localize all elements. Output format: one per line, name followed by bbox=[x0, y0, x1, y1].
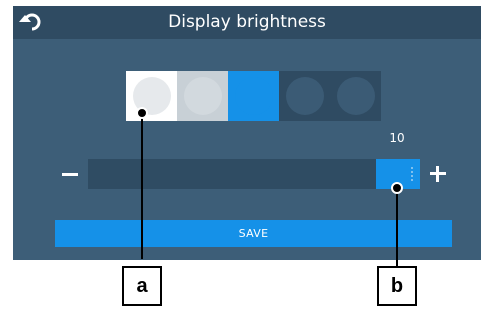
brightness-level-4[interactable] bbox=[279, 71, 330, 121]
save-button[interactable]: SAVE bbox=[55, 220, 452, 247]
minus-icon bbox=[62, 172, 78, 176]
callout-a-line bbox=[141, 113, 143, 259]
brightness-slider[interactable] bbox=[88, 159, 420, 189]
page-title: Display brightness bbox=[168, 12, 326, 32]
brightness-level-1[interactable] bbox=[126, 71, 177, 121]
brightness-dot-icon bbox=[285, 77, 324, 115]
increase-button[interactable] bbox=[427, 159, 449, 189]
brightness-dot-icon bbox=[234, 77, 273, 115]
title-bar: Display brightness bbox=[13, 6, 481, 39]
brightness-level-2[interactable] bbox=[177, 71, 228, 121]
device-screen: Display brightness 10 SAVE bbox=[13, 6, 481, 260]
brightness-level-3[interactable] bbox=[228, 71, 279, 121]
brightness-value-label: 10 bbox=[389, 131, 405, 145]
callout-b-line bbox=[396, 188, 398, 266]
callout-b-label: b bbox=[377, 266, 417, 306]
callout-a-label: a bbox=[122, 266, 162, 306]
grip-icon bbox=[411, 167, 415, 181]
callout-b-dot bbox=[391, 182, 403, 194]
brightness-dot-icon bbox=[183, 77, 222, 115]
decrease-button[interactable] bbox=[59, 159, 81, 189]
callout-a-dot bbox=[136, 107, 148, 119]
brightness-dot-icon bbox=[336, 77, 375, 115]
brightness-level-5[interactable] bbox=[330, 71, 381, 121]
brightness-swatch-row bbox=[126, 71, 381, 121]
